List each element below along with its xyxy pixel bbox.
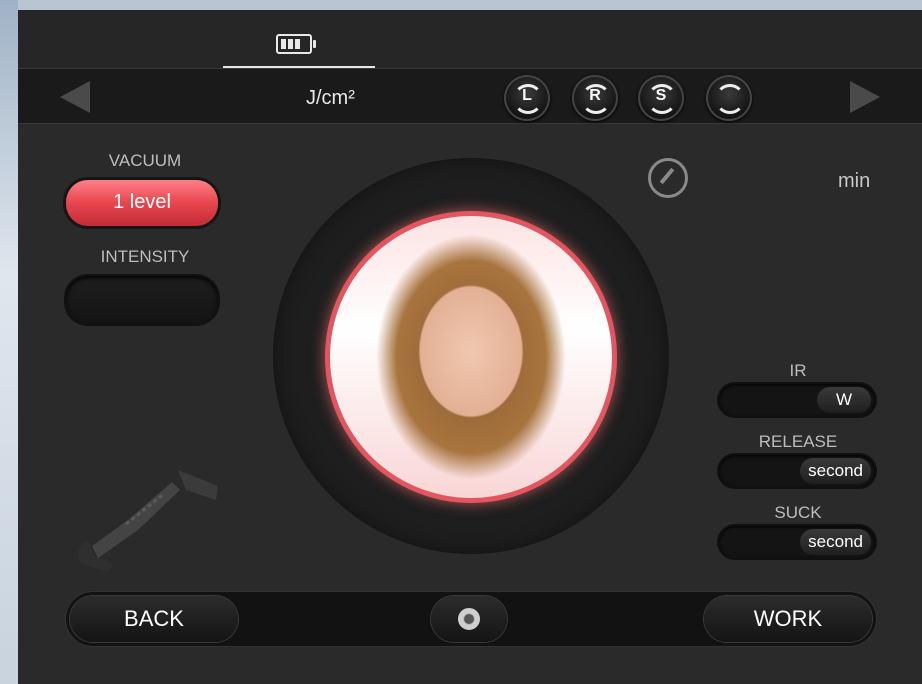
release-label: RELEASE (758, 432, 838, 451)
mode-l-button[interactable]: L (504, 75, 550, 121)
desktop-background-left (0, 0, 18, 684)
tab-bar (18, 10, 922, 68)
energy-unit-label: J/cm² (306, 87, 355, 109)
previous-arrow-icon[interactable] (60, 81, 90, 113)
vacuum-level-button[interactable]: 1 level (66, 180, 218, 226)
record-icon (458, 608, 480, 630)
suck-unit: second (800, 529, 871, 555)
suck-label: SUCK (774, 503, 822, 522)
vacuum-label: VACUUM (108, 151, 182, 170)
start-toggle-button[interactable] (431, 596, 507, 642)
handpiece-icon (78, 470, 218, 572)
device-panel: J/cm² L R S VACUUM 1 level INTENSITY min… (18, 10, 922, 684)
timer-unit: min (838, 170, 871, 192)
rotate-icon (715, 84, 745, 114)
release-unit: second (800, 458, 871, 484)
toolbar: J/cm² L R S (18, 68, 922, 124)
desktop-background-top (0, 0, 922, 10)
suck-field[interactable]: second (719, 526, 875, 558)
work-button[interactable]: WORK (704, 596, 872, 642)
ir-label: IR (789, 361, 807, 380)
release-field[interactable]: second (719, 455, 875, 487)
intensity-label: INTENSITY (100, 247, 190, 266)
mode-s-button[interactable]: S (638, 75, 684, 121)
back-button[interactable]: BACK (70, 596, 238, 642)
mode-r-button[interactable]: R (572, 75, 618, 121)
ir-field[interactable]: W (719, 384, 875, 416)
next-arrow-icon[interactable] (850, 81, 880, 113)
battery-icon (276, 34, 316, 54)
timer-dial-icon[interactable] (648, 158, 688, 198)
mode-cycle-button[interactable] (706, 75, 752, 121)
bottom-bar: BACK WORK (66, 592, 876, 646)
client-portrait-image (330, 216, 612, 498)
ir-unit: W (817, 387, 871, 413)
intensity-field[interactable] (66, 276, 218, 324)
